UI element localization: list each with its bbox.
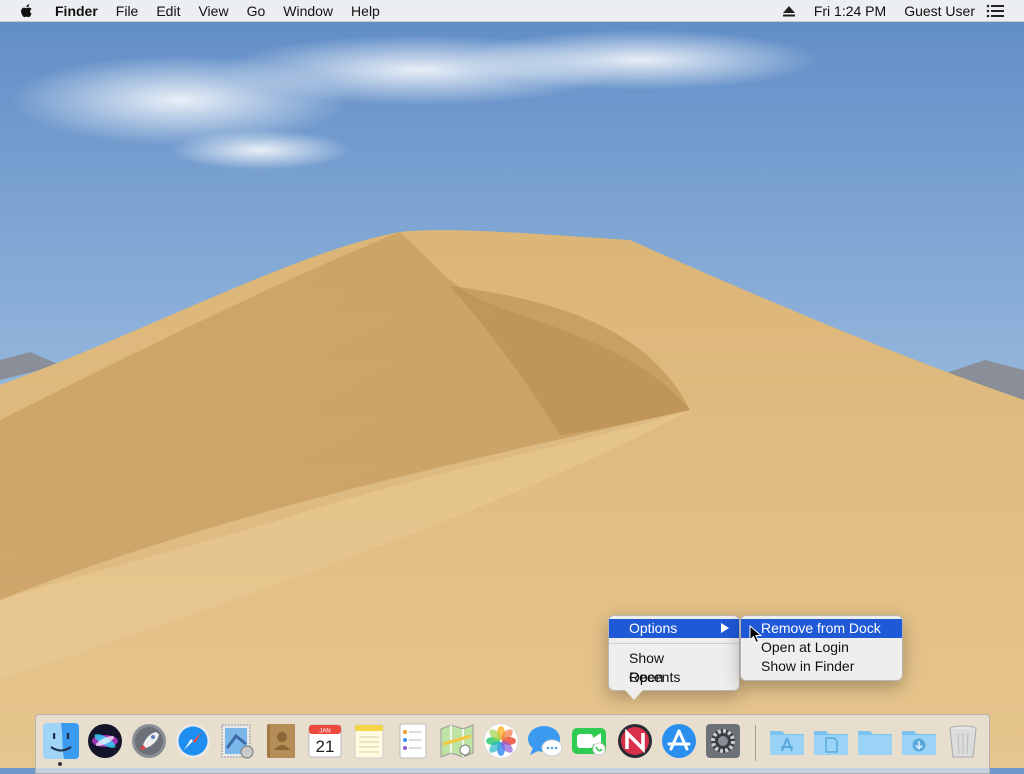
finder-running-indicator xyxy=(58,762,62,766)
messages-icon[interactable] xyxy=(526,722,564,760)
dock: JAN 21 xyxy=(35,714,990,774)
documents-folder-icon[interactable] xyxy=(812,722,850,760)
mouse-cursor-icon xyxy=(749,625,763,644)
menu-go[interactable]: Go xyxy=(238,0,275,22)
menu-help[interactable]: Help xyxy=(342,0,389,22)
menu-window[interactable]: Window xyxy=(274,0,342,22)
menu-edit[interactable]: Edit xyxy=(147,0,189,22)
menu-separator xyxy=(609,643,739,644)
menu-item-options[interactable]: Options xyxy=(609,619,739,638)
maps-icon[interactable] xyxy=(438,722,476,760)
menu-item-open[interactable]: Open xyxy=(609,668,739,687)
photos-icon[interactable] xyxy=(482,722,520,760)
calendar-icon[interactable]: JAN 21 xyxy=(306,722,344,760)
downloads-folder-icon[interactable] xyxy=(900,722,938,760)
menu-file[interactable]: File xyxy=(107,0,148,22)
trash-icon[interactable] xyxy=(944,722,982,760)
menu-bar: Finder File Edit View Go Window Help Fri… xyxy=(0,0,1024,22)
eject-icon[interactable] xyxy=(782,4,796,18)
system-preferences-gear-icon[interactable] xyxy=(704,722,742,760)
app-store-icon[interactable] xyxy=(660,722,698,760)
menu-finder[interactable]: Finder xyxy=(46,0,107,22)
desktop-folder-icon[interactable] xyxy=(856,722,894,760)
notes-icon[interactable] xyxy=(350,722,388,760)
contacts-book-icon[interactable] xyxy=(262,722,300,760)
submenu-arrow-icon xyxy=(721,623,729,633)
safari-compass-icon[interactable] xyxy=(174,722,212,760)
menu-item-remove-from-dock[interactable]: Remove from Dock xyxy=(741,619,902,638)
menu-view[interactable]: View xyxy=(189,0,237,22)
launchpad-rocket-icon[interactable] xyxy=(130,722,168,760)
menubar-clock[interactable]: Fri 1:24 PM xyxy=(805,0,895,22)
calendar-day: 21 xyxy=(316,737,335,756)
menu-item-open-at-login[interactable]: Open at Login xyxy=(741,638,902,657)
news-icon[interactable] xyxy=(616,722,654,760)
menu-item-options-label: Options xyxy=(629,620,678,636)
dock-separator xyxy=(755,725,756,761)
calendar-month: JAN xyxy=(319,729,330,735)
reminders-icon[interactable] xyxy=(394,722,432,760)
facetime-icon[interactable] xyxy=(570,722,608,760)
menu-item-show-recents[interactable]: Show Recents xyxy=(609,649,739,685)
dock-context-menu: Options Show Recents Open xyxy=(608,615,740,691)
context-menu-pointer xyxy=(624,689,644,700)
siri-icon[interactable] xyxy=(86,722,124,760)
applications-folder-icon[interactable] xyxy=(768,722,806,760)
finder-icon[interactable] xyxy=(42,722,80,760)
options-submenu: Remove from Dock Open at Login Show in F… xyxy=(740,615,903,681)
mail-stamp-icon[interactable] xyxy=(218,722,256,760)
menubar-status-area: Fri 1:24 PM Guest User xyxy=(782,0,1024,22)
apple-logo-icon[interactable] xyxy=(20,2,36,20)
list-icon[interactable] xyxy=(986,4,1004,18)
menu-item-show-in-finder[interactable]: Show in Finder xyxy=(741,657,902,676)
menubar-user[interactable]: Guest User xyxy=(895,0,984,22)
